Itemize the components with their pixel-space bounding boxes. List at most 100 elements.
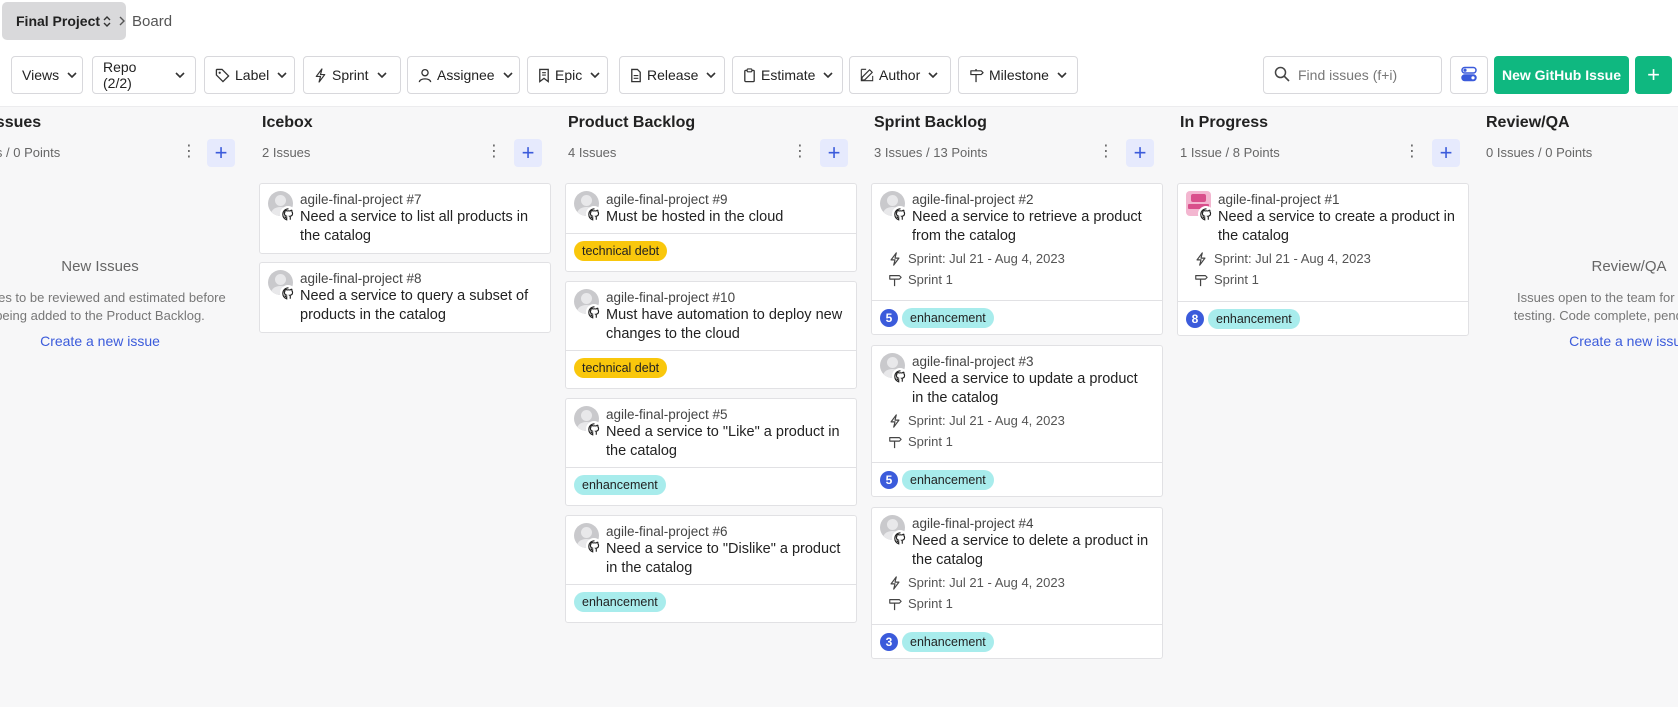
project-name: Final Project xyxy=(16,13,101,29)
add-issue-button[interactable]: + xyxy=(514,139,542,167)
milestone-name: Sprint 1 xyxy=(1214,272,1259,287)
release-filter-button[interactable]: Release xyxy=(619,56,725,94)
chevron-down-icon xyxy=(706,72,716,78)
github-icon xyxy=(892,368,908,384)
kebab-menu-icon[interactable]: ⋮ xyxy=(1404,143,1420,161)
assignee-filter-button[interactable]: Assignee xyxy=(407,56,520,94)
epic-filter-button[interactable]: Epic xyxy=(527,56,608,94)
label-badge[interactable]: technical debt xyxy=(574,357,668,378)
add-issue-button[interactable]: + xyxy=(820,139,848,167)
card-footer: technical debt xyxy=(566,233,856,267)
estimate-filter-button[interactable]: Estimate xyxy=(732,56,843,94)
lightning-icon xyxy=(314,67,327,83)
card-footer: 5 enhancement xyxy=(872,462,1162,496)
issue-ref: agile-final-project #3 xyxy=(912,354,1034,369)
epic-label: Epic xyxy=(555,67,583,83)
milestone-meta: Sprint 1 xyxy=(887,596,1152,612)
github-icon xyxy=(586,304,602,320)
issue-card[interactable]: agile-final-project #5 Need a service to… xyxy=(565,398,857,506)
add-issue-button[interactable]: + xyxy=(207,139,235,167)
milestone-filter-button[interactable]: Milestone xyxy=(958,56,1078,94)
column-summary: 1 Issue / 8 Points xyxy=(1180,145,1280,160)
label-badge[interactable]: enhancement xyxy=(902,307,994,328)
column-title: Review/QA xyxy=(1486,114,1570,131)
breadcrumb: Final Project Board xyxy=(2,2,172,40)
label-badge[interactable]: enhancement xyxy=(1208,308,1300,329)
label-badge[interactable]: enhancement xyxy=(574,591,666,612)
label-badge[interactable]: enhancement xyxy=(574,474,666,495)
kebab-menu-icon[interactable]: ⋮ xyxy=(181,143,197,161)
create-issue-link[interactable]: Create a new issue xyxy=(1483,333,1678,349)
card-footer: enhancement xyxy=(566,584,856,618)
user-icon xyxy=(418,68,432,83)
issue-ref: agile-final-project #9 xyxy=(606,192,728,207)
issue-card[interactable]: agile-final-project #3 Need a service to… xyxy=(871,345,1163,497)
create-issue-link[interactable]: Create a new issue xyxy=(0,333,246,349)
issue-ref: agile-final-project #8 xyxy=(300,271,422,286)
card-footer: 5 enhancement xyxy=(872,300,1162,334)
pencil-icon xyxy=(860,68,874,82)
sprint-meta: Sprint: Jul 21 - Aug 4, 2023 xyxy=(887,575,1152,591)
author-filter-button[interactable]: Author xyxy=(849,56,951,94)
kebab-menu-icon[interactable]: ⋮ xyxy=(486,143,502,161)
layout-toggle-button[interactable] xyxy=(1450,56,1488,94)
views-button[interactable]: Views xyxy=(11,56,83,94)
github-icon xyxy=(586,421,602,437)
github-icon xyxy=(1198,206,1214,222)
issue-title: Need a service to update a product in th… xyxy=(912,371,1138,406)
filter-toolbar: Views Repo (2/2) Label Sprint Assignee E… xyxy=(0,42,1678,107)
sprint-dates: Sprint: Jul 21 - Aug 4, 2023 xyxy=(1214,251,1371,266)
kebab-menu-icon[interactable]: ⋮ xyxy=(792,143,808,161)
empty-text: Issues open to the team for review and xyxy=(1516,290,1678,305)
milestone-name: Sprint 1 xyxy=(908,272,953,287)
column-title: Sprint Backlog xyxy=(874,114,987,131)
signpost-icon xyxy=(887,273,903,287)
search-input[interactable] xyxy=(1298,67,1428,83)
signpost-icon xyxy=(887,597,903,611)
kebab-menu-icon[interactable]: ⋮ xyxy=(1098,143,1114,161)
issue-card[interactable]: agile-final-project #7 Need a service to… xyxy=(259,183,551,254)
milestone-name: Sprint 1 xyxy=(908,434,953,449)
issue-card[interactable]: agile-final-project #6 Need a service to… xyxy=(565,515,857,623)
project-selector[interactable]: Final Project xyxy=(2,2,127,40)
github-icon xyxy=(280,206,296,222)
github-icon xyxy=(892,206,908,222)
points-badge: 5 xyxy=(880,470,898,489)
issue-card[interactable]: agile-final-project #8 Need a service to… xyxy=(259,262,551,333)
signpost-icon xyxy=(969,68,984,83)
issue-card[interactable]: agile-final-project #10 Must have automa… xyxy=(565,281,857,389)
issue-ref: agile-final-project #7 xyxy=(300,192,422,207)
sprint-filter-button[interactable]: Sprint xyxy=(303,56,401,94)
issue-ref: agile-final-project #2 xyxy=(912,192,1034,207)
card-footer: 8 enhancement xyxy=(1178,301,1468,335)
column-title: In Progress xyxy=(1180,114,1269,131)
label-filter-button[interactable]: Label xyxy=(204,56,295,94)
label-badge[interactable]: enhancement xyxy=(902,469,994,490)
github-icon xyxy=(280,285,296,301)
chevron-down-icon xyxy=(1057,72,1067,78)
issue-card[interactable]: agile-final-project #2 Need a service to… xyxy=(871,183,1163,335)
card-footer: technical debt xyxy=(566,350,856,384)
add-issue-button[interactable]: + xyxy=(1432,139,1460,167)
search-box xyxy=(1263,56,1442,94)
add-button[interactable]: + xyxy=(1635,56,1672,94)
add-issue-button[interactable]: + xyxy=(1126,139,1154,167)
issue-card[interactable]: agile-final-project #1 Need a service to… xyxy=(1177,183,1469,336)
issue-card[interactable]: agile-final-project #4 Need a service to… xyxy=(871,507,1163,659)
column-summary: 4 Issues xyxy=(568,145,617,160)
label-badge[interactable]: enhancement xyxy=(902,631,994,652)
top-bar: Final Project Board xyxy=(0,0,1678,42)
chevron-down-icon xyxy=(823,72,834,78)
github-icon xyxy=(586,538,602,554)
issue-title: Need a service to query a subset of prod… xyxy=(300,288,529,323)
label-badge[interactable]: technical debt xyxy=(574,240,668,261)
issue-card[interactable]: agile-final-project #9 Must be hosted in… xyxy=(565,183,857,272)
views-label: Views xyxy=(22,67,60,83)
card-footer: enhancement xyxy=(566,467,856,501)
repo-filter-button[interactable]: Repo (2/2) xyxy=(92,56,196,94)
breadcrumb-board[interactable]: Board xyxy=(132,13,172,30)
milestone-meta: Sprint 1 xyxy=(887,434,1152,450)
assignee-label: Assignee xyxy=(437,67,495,83)
release-label: Release xyxy=(647,67,699,83)
new-github-issue-button[interactable]: New GitHub Issue xyxy=(1494,56,1629,94)
